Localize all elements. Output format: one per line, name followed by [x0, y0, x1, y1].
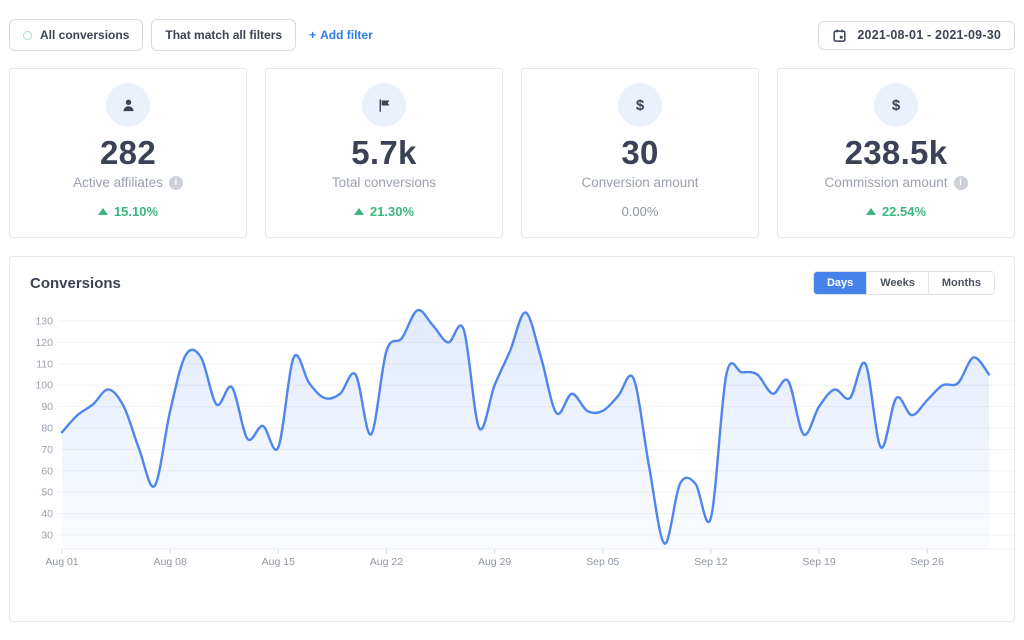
- stat-delta: 0.00%: [622, 204, 659, 219]
- stat-value: 282: [100, 133, 156, 173]
- svg-text:Aug 29: Aug 29: [478, 556, 511, 568]
- tab-weeks[interactable]: Weeks: [866, 272, 928, 294]
- conversions-area-chart[interactable]: 30 40 50 60 70 80 90 100 110 120 130 Aug 01 Aug 08 Au…: [30, 301, 1016, 571]
- match-all-filters-button[interactable]: That match all filters: [151, 19, 296, 51]
- svg-text:Sep 12: Sep 12: [694, 556, 727, 568]
- filter-toolbar: All conversions That match all filters +…: [9, 19, 1015, 51]
- svg-text:90: 90: [41, 401, 53, 413]
- svg-text:Aug 01: Aug 01: [45, 556, 78, 568]
- stat-delta-value: 21.30%: [370, 204, 414, 219]
- stat-delta-value: 0.00%: [622, 204, 659, 219]
- svg-text:Aug 15: Aug 15: [262, 556, 295, 568]
- svg-text:60: 60: [41, 465, 53, 477]
- arrow-up-icon: [98, 208, 108, 215]
- stat-label-text: Commission amount: [824, 175, 947, 190]
- svg-text:70: 70: [41, 444, 53, 456]
- svg-text:80: 80: [41, 423, 53, 435]
- stat-value: 238.5k: [845, 133, 948, 173]
- stats-row: 282 Active affiliates i 15.10% 5.7k Tota…: [9, 68, 1015, 238]
- all-conversions-label: All conversions: [40, 28, 129, 42]
- calendar-icon: [832, 28, 847, 43]
- all-conversions-button[interactable]: All conversions: [9, 19, 143, 51]
- flag-icon: [362, 83, 406, 127]
- svg-text:50: 50: [41, 487, 53, 499]
- svg-text:110: 110: [36, 358, 53, 370]
- date-range-value: 2021-08-01 - 2021-09-30: [857, 28, 1001, 42]
- info-icon[interactable]: i: [169, 176, 183, 190]
- svg-text:Aug 08: Aug 08: [154, 556, 187, 568]
- svg-text:30: 30: [41, 530, 53, 542]
- arrow-up-icon: [354, 208, 364, 215]
- stat-value: 5.7k: [351, 133, 416, 173]
- chart-interval-tabs: Days Weeks Months: [813, 271, 995, 295]
- date-range-picker[interactable]: 2021-08-01 - 2021-09-30: [818, 21, 1015, 50]
- stat-label: Commission amount i: [824, 175, 967, 190]
- stat-delta-value: 15.10%: [114, 204, 158, 219]
- stat-label-text: Conversion amount: [581, 175, 698, 190]
- stat-label: Active affiliates i: [73, 175, 183, 190]
- stat-delta: 21.30%: [354, 204, 414, 219]
- svg-text:Aug 22: Aug 22: [370, 556, 403, 568]
- stat-label: Total conversions: [332, 175, 436, 190]
- stat-card-total-conversions: 5.7k Total conversions 21.30%: [265, 68, 503, 238]
- svg-text:Sep 05: Sep 05: [586, 556, 619, 568]
- add-filter-label: Add filter: [320, 28, 373, 42]
- conversions-chart-card: Conversions Days Weeks Months 30 40 50 60 70…: [9, 256, 1015, 622]
- svg-text:40: 40: [41, 508, 53, 520]
- stat-label-text: Active affiliates: [73, 175, 163, 190]
- stat-card-conversion-amount: $ 30 Conversion amount 0.00%: [521, 68, 759, 238]
- dashboard-page: All conversions That match all filters +…: [0, 0, 1024, 622]
- stat-card-active-affiliates: 282 Active affiliates i 15.10%: [9, 68, 247, 238]
- match-all-filters-label: That match all filters: [165, 28, 282, 42]
- dollar-icon: $: [874, 83, 918, 127]
- arrow-up-icon: [866, 208, 876, 215]
- stat-label-text: Total conversions: [332, 175, 436, 190]
- chart-title: Conversions: [30, 275, 121, 292]
- stat-delta-value: 22.54%: [882, 204, 926, 219]
- svg-text:Sep 19: Sep 19: [802, 556, 835, 568]
- svg-text:130: 130: [35, 316, 53, 328]
- stat-delta: 22.54%: [866, 204, 926, 219]
- add-filter-button[interactable]: + Add filter: [309, 28, 373, 42]
- user-icon: [106, 83, 150, 127]
- tab-months[interactable]: Months: [928, 272, 994, 294]
- svg-text:Sep 26: Sep 26: [911, 556, 944, 568]
- svg-text:120: 120: [35, 337, 53, 349]
- tab-days[interactable]: Days: [814, 272, 866, 294]
- plus-icon: +: [309, 28, 316, 42]
- stat-delta: 15.10%: [98, 204, 158, 219]
- chart-header: Conversions Days Weeks Months: [10, 257, 1014, 295]
- stat-value: 30: [621, 133, 658, 173]
- stat-card-commission-amount: $ 238.5k Commission amount i 22.54%: [777, 68, 1015, 238]
- dollar-icon: $: [618, 83, 662, 127]
- info-icon[interactable]: i: [954, 176, 968, 190]
- stat-label: Conversion amount: [581, 175, 698, 190]
- svg-text:100: 100: [35, 380, 53, 392]
- status-ring-icon: [23, 31, 32, 40]
